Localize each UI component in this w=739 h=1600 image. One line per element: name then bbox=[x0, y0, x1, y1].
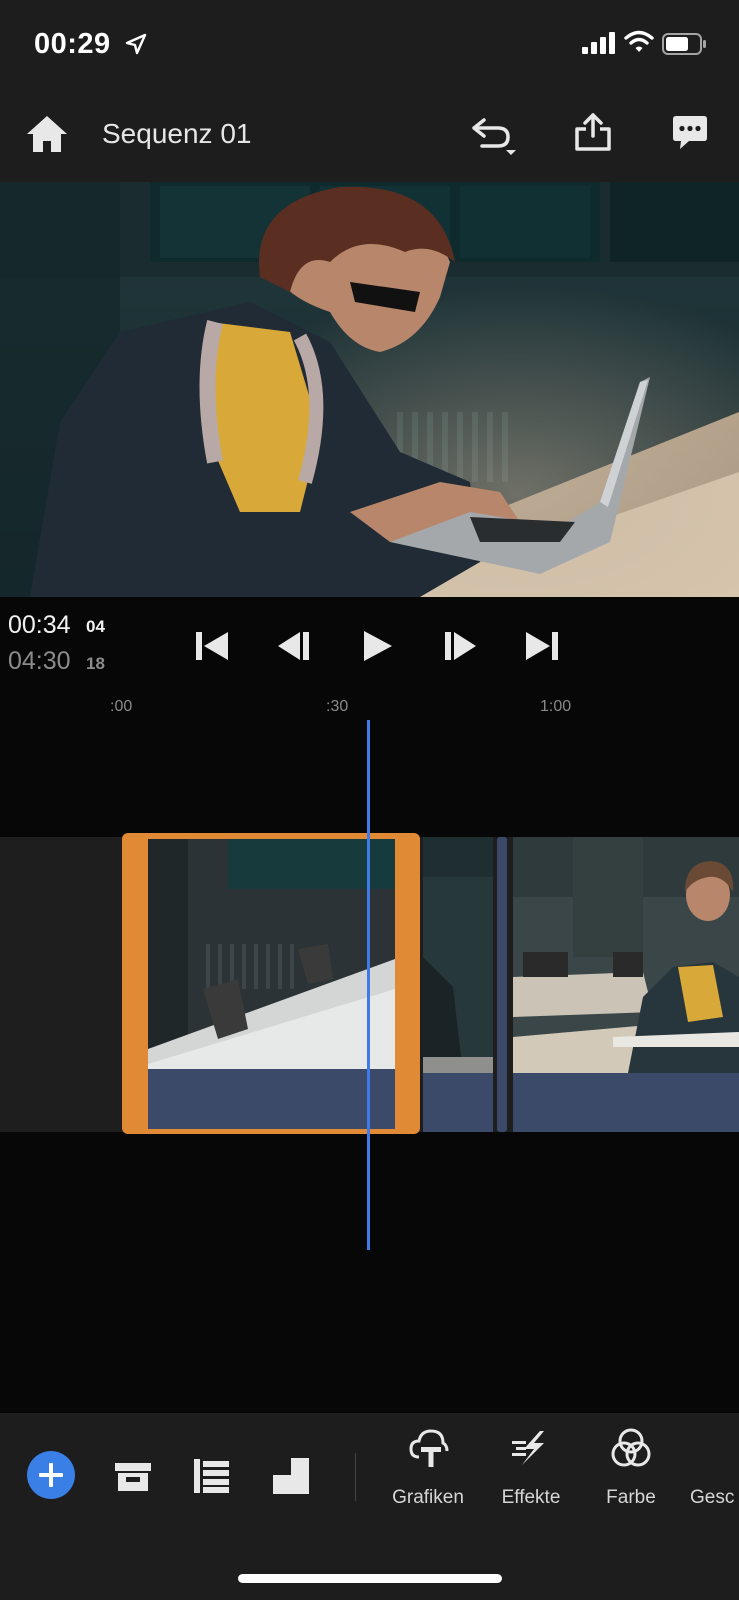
audio-track-segment bbox=[423, 1073, 493, 1132]
tool-graphics[interactable]: Grafiken bbox=[388, 1427, 468, 1527]
tracks-icon[interactable] bbox=[193, 1457, 231, 1495]
next-frame-icon[interactable] bbox=[442, 629, 478, 663]
sequence-title[interactable]: Sequenz 01 bbox=[102, 118, 251, 150]
status-bar: 00:29 bbox=[0, 0, 739, 90]
total-duration-frames: 18 bbox=[86, 654, 105, 673]
previous-frame-icon[interactable] bbox=[276, 629, 312, 663]
skip-to-end-icon[interactable] bbox=[524, 629, 560, 663]
current-timecode: 00:34 bbox=[8, 611, 71, 639]
add-media-button[interactable] bbox=[27, 1451, 75, 1499]
tool-color[interactable]: Farbe bbox=[598, 1427, 664, 1527]
comment-icon[interactable] bbox=[672, 114, 708, 152]
home-icon[interactable] bbox=[26, 114, 68, 154]
playhead[interactable] bbox=[367, 720, 370, 1250]
bottom-toolbar: Grafiken Effekte Farbe Gesc bbox=[0, 1413, 739, 1600]
ruler-label: :00 bbox=[110, 698, 133, 715]
toolbar-separator bbox=[355, 1453, 356, 1501]
tool-label: Grafiken bbox=[392, 1487, 464, 1508]
audio-track-segment bbox=[513, 1073, 739, 1132]
effects-icon bbox=[512, 1431, 544, 1465]
tool-effects[interactable]: Effekte bbox=[493, 1427, 569, 1527]
clip-thumbnail bbox=[513, 837, 739, 1073]
share-icon[interactable] bbox=[574, 112, 612, 152]
wifi-icon bbox=[624, 30, 654, 52]
timeline-clip[interactable] bbox=[513, 837, 739, 1132]
selected-clip[interactable] bbox=[148, 839, 395, 1129]
cellular-signal-icon bbox=[582, 32, 615, 54]
undo-icon[interactable] bbox=[470, 114, 518, 156]
audio-track-segment bbox=[148, 1069, 395, 1129]
archive-icon[interactable] bbox=[114, 1457, 152, 1495]
total-duration: 04:30 bbox=[8, 647, 71, 675]
color-icon bbox=[611, 1428, 651, 1467]
ruler-label: :30 bbox=[326, 698, 349, 715]
home-indicator[interactable] bbox=[238, 1574, 502, 1583]
tool-label: Effekte bbox=[501, 1487, 561, 1508]
transport-bar: 00:34 04 04:30 18 bbox=[0, 597, 739, 687]
app-header: Sequenz 01 bbox=[0, 90, 739, 182]
skip-to-start-icon[interactable] bbox=[194, 629, 230, 663]
location-arrow-icon bbox=[125, 33, 147, 55]
video-preview[interactable] bbox=[0, 182, 739, 597]
status-time: 00:29 bbox=[34, 28, 111, 60]
battery-icon bbox=[662, 33, 706, 55]
current-timecode-frames: 04 bbox=[86, 617, 105, 636]
clip-thumbnail bbox=[423, 837, 493, 1073]
ruler-label: 1:00 bbox=[540, 698, 572, 715]
clip-thumbnail bbox=[497, 837, 507, 1132]
tool-speed[interactable]: Gesc bbox=[690, 1427, 739, 1527]
play-icon[interactable] bbox=[360, 629, 396, 663]
graphics-icon bbox=[409, 1429, 449, 1467]
clip-thumbnail bbox=[148, 839, 395, 1075]
timeline-clip[interactable] bbox=[497, 837, 507, 1132]
tool-label: Gesc bbox=[690, 1487, 735, 1508]
aspect-ratio-icon[interactable] bbox=[272, 1457, 310, 1495]
tool-label: Farbe bbox=[606, 1487, 656, 1508]
timeline-clip[interactable] bbox=[423, 837, 493, 1132]
